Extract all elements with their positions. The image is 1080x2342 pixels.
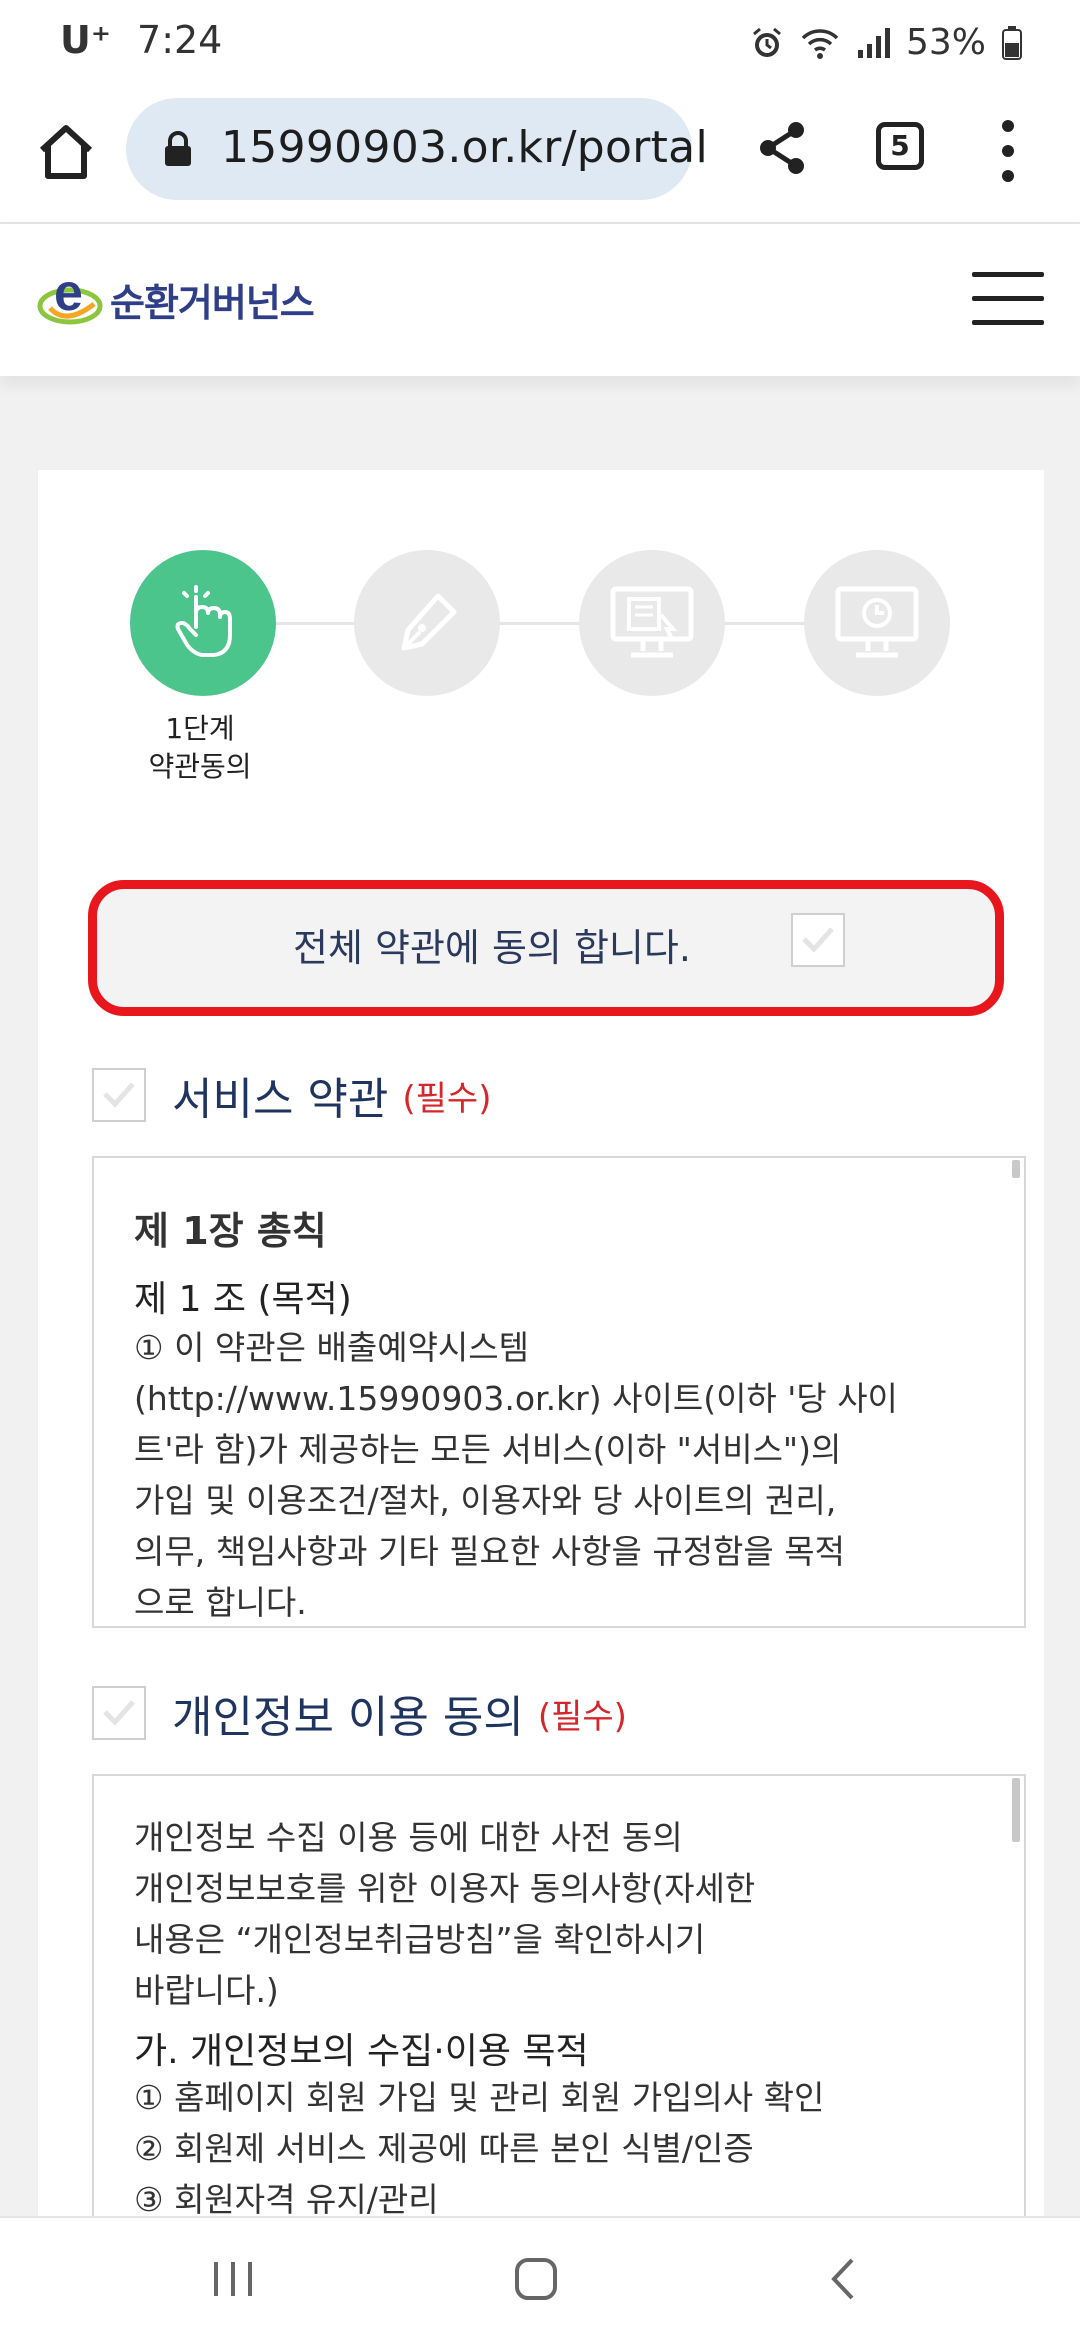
privacy-terms-scrollbar[interactable]	[1012, 1778, 1020, 1842]
agree-all-label: 전체 약관에 동의 합니다.	[293, 926, 691, 970]
terms-line: ① 이 약관은 배출예약시스템	[134, 1328, 530, 1367]
battery-icon	[1002, 25, 1022, 60]
carrier-label: U⁺	[60, 18, 111, 62]
wifi-icon	[800, 26, 840, 60]
system-nav-bar	[0, 2216, 1080, 2342]
privacy-terms-checkbox[interactable]	[92, 1686, 146, 1740]
agree-all-checkbox[interactable]	[791, 913, 845, 967]
privacy-terms-scrollbox[interactable]: 개인정보 수집 이용 등에 대한 사전 동의 개인정보보호를 위한 이용자 동의…	[92, 1774, 1026, 2234]
service-terms-scrollbar[interactable]	[1012, 1160, 1020, 1178]
clock: 7:24	[137, 18, 223, 62]
check-icon	[103, 1082, 135, 1108]
service-terms-header: 서비스 약관 (필수)	[92, 1060, 491, 1130]
step-3-monitor-form-icon	[579, 550, 725, 696]
status-left: U⁺ 7:24	[60, 18, 222, 62]
terms-card: 1단계 약관동의 전체 약관에 동의 합니다. 서비스 약관 (필수) 제 1장…	[38, 470, 1044, 2234]
service-terms-scrollbox[interactable]: 제 1장 총칙 제 1 조 (목적) ① 이 약관은 배출예약시스템 (http…	[92, 1156, 1026, 1628]
tabs-icon[interactable]: 5	[876, 122, 924, 170]
status-right: 53%	[750, 22, 1022, 63]
agree-all-box[interactable]: 전체 약관에 동의 합니다.	[88, 880, 1004, 1016]
terms-chapter: 제 1장 총칙	[134, 1209, 327, 1253]
content-area: 1단계 약관동의 전체 약관에 동의 합니다. 서비스 약관 (필수) 제 1장…	[0, 376, 1080, 2234]
privacy-intro-line: 개인정보보호를 위한 이용자 동의사항(자세한	[134, 1869, 756, 1908]
alarm-icon	[750, 26, 784, 60]
home-nav-icon[interactable]	[513, 2256, 559, 2306]
privacy-intro-line: 내용은 “개인정보취급방침”을 확인하시기	[134, 1920, 706, 1959]
terms-line: 의무, 책임사항과 기타 필요한 사항을 규정함을 목적	[134, 1532, 845, 1571]
status-bar: U⁺ 7:24 53%	[0, 0, 1080, 90]
privacy-terms-title: 개인정보 이용 동의	[172, 1692, 524, 1743]
lock-icon	[162, 130, 194, 172]
battery-percent: 53%	[905, 22, 986, 63]
step-label-line2: 약관동의	[148, 750, 252, 783]
step-1-hand-pointer-icon	[130, 550, 276, 696]
signal-icon	[856, 26, 890, 60]
step-4-monitor-clock-icon	[804, 550, 950, 696]
share-icon[interactable]	[756, 120, 808, 180]
privacy-item: ① 홈페이지 회원 가입 및 관리 회원 가입의사 확인	[134, 2078, 825, 2117]
url-text: 15990903.or.kr/portal	[221, 122, 708, 173]
service-terms-checkbox[interactable]	[92, 1068, 146, 1122]
privacy-terms-header: 개인정보 이용 동의 (필수)	[92, 1678, 627, 1748]
privacy-intro-line: 바랍니다.)	[134, 1971, 279, 2010]
privacy-section-title: 가. 개인정보의 수집·이용 목적	[134, 2031, 589, 2072]
privacy-intro-line: 개인정보 수집 이용 등에 대한 사전 동의	[134, 1818, 683, 1857]
privacy-terms-required: (필수)	[537, 1696, 627, 1737]
hamburger-icon[interactable]	[972, 272, 1044, 328]
url-bar[interactable]: 15990903.or.kr/portal	[126, 98, 708, 200]
site-logo[interactable]: e 순환거버넌스	[36, 268, 315, 330]
home-icon[interactable]	[34, 120, 98, 184]
back-icon[interactable]	[822, 2256, 868, 2306]
step-2-pen-icon	[354, 550, 500, 696]
recent-apps-icon[interactable]	[210, 2256, 256, 2306]
browser-toolbar: 15990903.or.kr/portal 5	[0, 90, 1080, 224]
terms-article: 제 1 조 (목적)	[134, 1279, 352, 1320]
terms-line: 가입 및 이용조건/절차, 이용자와 당 사이트의 권리,	[134, 1481, 837, 1520]
logo-e-icon: e	[37, 268, 103, 325]
progress-steps	[130, 550, 990, 700]
logo-text: 순환거버넌스	[110, 280, 315, 325]
privacy-item: ② 회원제 서비스 제공에 따른 본인 식별/인증	[134, 2129, 754, 2168]
service-terms-title: 서비스 약관	[172, 1074, 389, 1125]
svg-text:e: e	[54, 268, 83, 322]
active-step-label: 1단계 약관동의	[110, 710, 290, 786]
check-icon	[103, 1700, 135, 1726]
step-label-line1: 1단계	[165, 712, 235, 745]
terms-line: 으로 합니다.	[134, 1583, 307, 1622]
terms-line: 트'라 함)가 제공하는 모든 서비스(이하 "서비스")의	[134, 1430, 842, 1469]
steps-connector	[200, 622, 900, 625]
site-header: e 순환거버넌스	[0, 224, 1080, 376]
terms-line: (http://www.15990903.or.kr) 사이트(이하 '당 사이	[134, 1379, 898, 1418]
check-icon	[802, 927, 834, 953]
more-icon[interactable]	[988, 116, 1028, 186]
service-terms-required: (필수)	[402, 1078, 492, 1119]
